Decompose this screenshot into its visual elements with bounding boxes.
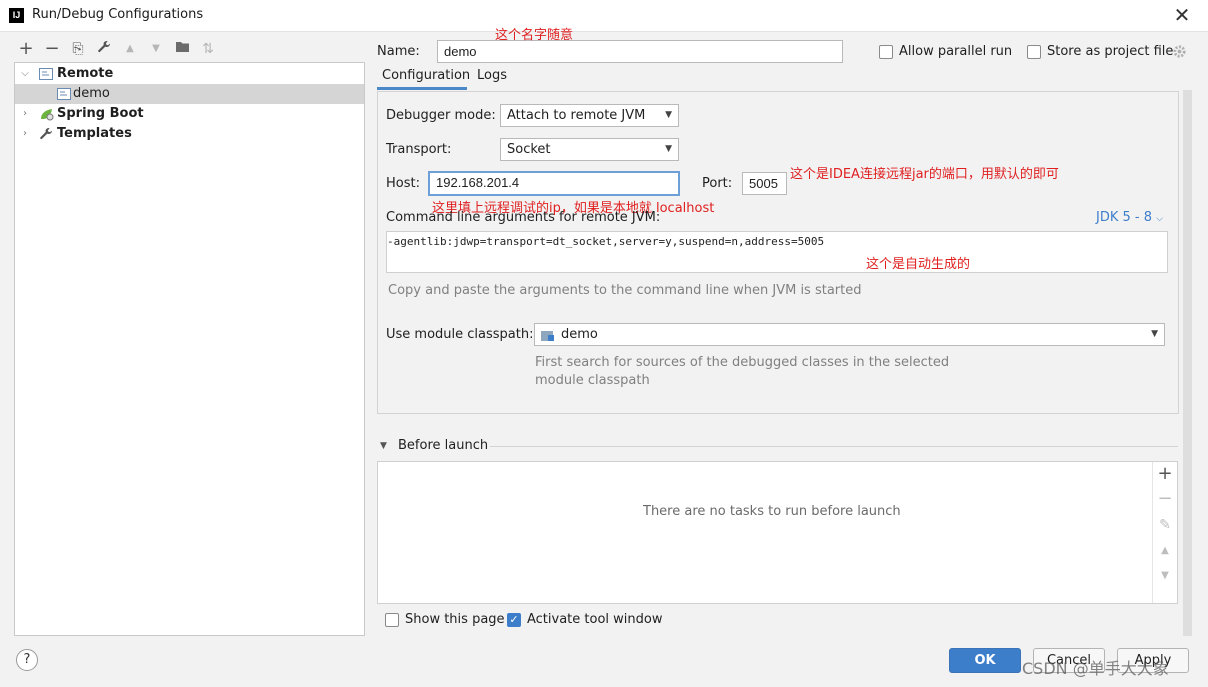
port-field[interactable]: 5005 — [742, 172, 787, 195]
activate-tool-label: Activate tool window — [527, 612, 663, 627]
name-label: Name: — [377, 44, 420, 59]
tree-label-templates: Templates — [57, 126, 132, 141]
tree-label-demo: demo — [73, 86, 110, 101]
module-value: demo — [561, 327, 598, 342]
show-page-label: Show this page — [405, 612, 505, 627]
help-button[interactable]: ? — [16, 649, 38, 671]
move-down-icon[interactable]: ▼ — [1156, 566, 1174, 586]
annotation-name: 这个名字随意 — [495, 28, 574, 43]
folder-icon[interactable] — [173, 40, 191, 58]
chevron-down-icon: ▼ — [1151, 329, 1158, 339]
close-icon[interactable]: ✕ — [1170, 2, 1194, 28]
allow-parallel-label: Allow parallel run — [899, 44, 1013, 59]
move-down-icon[interactable]: ▼ — [147, 40, 165, 58]
chevron-down-icon: ▼ — [665, 144, 672, 154]
module-label: Use module classpath: — [386, 327, 534, 342]
chevron-down-icon: ⌵ — [1156, 214, 1163, 224]
show-page-checkbox[interactable] — [385, 613, 399, 627]
host-field[interactable]: 192.168.201.4 — [428, 171, 680, 196]
module-select[interactable]: demo ▼ — [534, 323, 1165, 346]
wrench-icon — [39, 127, 53, 148]
transport-select[interactable]: Socket ▼ — [500, 138, 679, 161]
debugger-mode-select[interactable]: Attach to remote JVM ▼ — [500, 104, 679, 127]
jdk-version-label: JDK 5 - 8 — [1096, 210, 1152, 225]
intellij-icon: IJ — [9, 8, 24, 23]
jdk-version-link[interactable]: JDK 5 - 8 ⌵ — [1096, 210, 1163, 225]
tab-logs[interactable]: Logs — [477, 68, 507, 83]
store-project-checkbox[interactable] — [1027, 45, 1041, 59]
chevron-right-icon[interactable]: › — [19, 104, 31, 124]
tree-item-spring-boot[interactable]: › Spring Boot — [15, 104, 364, 124]
chevron-down-icon[interactable]: ⌵ — [19, 64, 31, 84]
configuration-tree[interactable]: ⌵ Remote demo › Spring Boot › Templates — [14, 62, 365, 636]
cmd-text-area[interactable]: -agentlib:jdwp=transport=dt_socket,serve… — [386, 231, 1168, 273]
tree-item-demo[interactable]: demo — [15, 84, 364, 104]
debugger-mode-value: Attach to remote JVM — [507, 108, 646, 123]
remove-task-icon[interactable]: − — [1156, 489, 1174, 509]
copy-icon[interactable]: ⎘ — [69, 40, 87, 58]
before-launch-list[interactable] — [377, 461, 1178, 604]
chevron-down-icon[interactable]: ▼ — [380, 441, 387, 451]
chevron-down-icon: ▼ — [665, 110, 672, 120]
watermark: CSDN @单手大大象 — [1022, 659, 1169, 678]
name-field[interactable]: demo — [437, 40, 843, 63]
remove-icon[interactable]: − — [43, 40, 61, 58]
port-label: Port: — [702, 176, 733, 191]
move-up-icon[interactable]: ▲ — [1156, 541, 1174, 561]
annotation-port: 这个是IDEA连接远程jar的端口，用默认的即可 — [790, 167, 1059, 182]
window-title: Run/Debug Configurations — [32, 7, 204, 22]
before-launch-empty: There are no tasks to run before launch — [643, 504, 901, 519]
annotation-cmd: 这个是自动生成的 — [866, 257, 971, 272]
move-up-icon[interactable]: ▲ — [121, 40, 139, 58]
module-icon — [541, 328, 555, 349]
cmd-hint: Copy and paste the arguments to the comm… — [388, 283, 862, 298]
divider — [490, 446, 1178, 447]
debugger-mode-label: Debugger mode: — [386, 108, 496, 123]
transport-value: Socket — [507, 142, 551, 157]
sort-icon[interactable]: ⇅ — [199, 40, 217, 58]
tree-item-templates[interactable]: › Templates — [15, 124, 364, 144]
tree-label-spring-boot: Spring Boot — [57, 106, 144, 121]
store-project-label: Store as project file — [1047, 44, 1174, 59]
tab-underline — [377, 87, 467, 90]
tab-strip: Configuration Logs — [377, 66, 537, 90]
cmd-label: Command line arguments for remote JVM: — [386, 210, 661, 225]
gear-icon[interactable] — [1172, 44, 1187, 63]
tab-configuration[interactable]: Configuration — [382, 68, 470, 83]
transport-label: Transport: — [386, 142, 452, 157]
cmd-value: -agentlib:jdwp=transport=dt_socket,serve… — [387, 235, 825, 248]
tree-label-remote: Remote — [57, 66, 114, 81]
chevron-right-icon[interactable]: › — [19, 124, 31, 144]
ok-button[interactable]: OK — [949, 648, 1021, 673]
edit-task-icon[interactable]: ✎ — [1156, 515, 1174, 535]
allow-parallel-checkbox[interactable] — [879, 45, 893, 59]
before-launch-title[interactable]: Before launch — [398, 438, 488, 453]
tree-item-remote[interactable]: ⌵ Remote — [15, 64, 364, 84]
activate-tool-checkbox[interactable]: ✓ — [507, 613, 521, 627]
module-hint-line-2: module classpath — [535, 373, 650, 388]
add-task-icon[interactable]: + — [1156, 464, 1174, 484]
add-icon[interactable]: + — [17, 40, 35, 58]
host-label: Host: — [386, 176, 420, 191]
module-hint-line-1: First search for sources of the debugged… — [535, 355, 950, 370]
scrollbar-track[interactable] — [1183, 90, 1192, 636]
wrench-icon[interactable] — [95, 40, 113, 58]
